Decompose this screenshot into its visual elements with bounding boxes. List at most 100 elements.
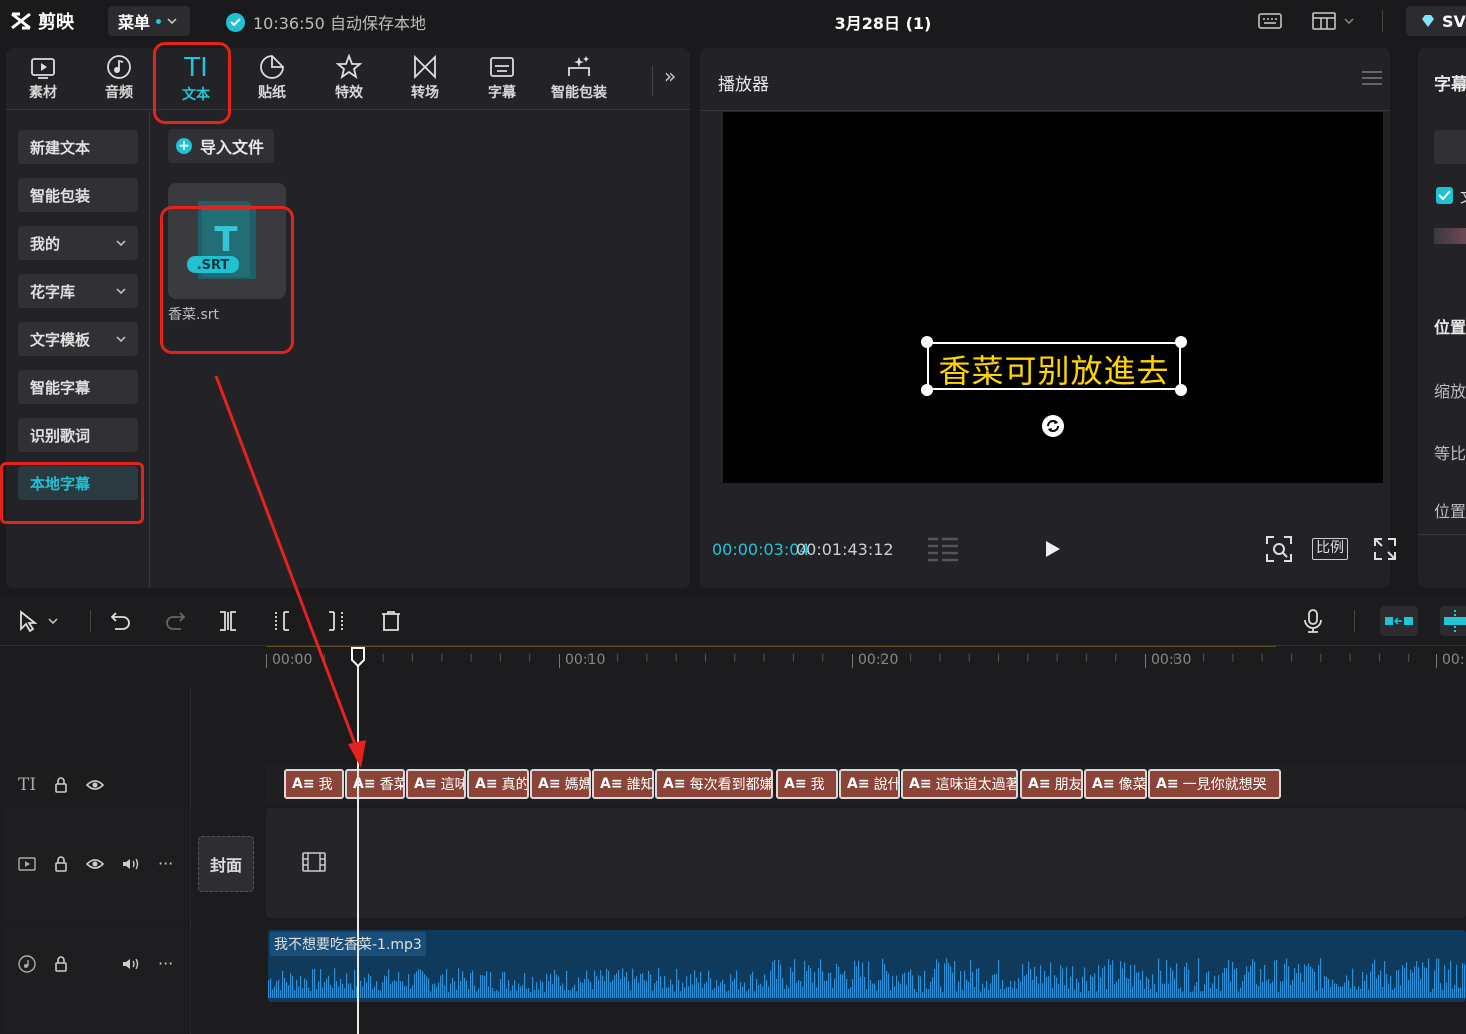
subtitle-clip[interactable]: A≡ 媽媽 bbox=[530, 769, 591, 799]
delete-icon[interactable] bbox=[380, 610, 402, 632]
volume-icon[interactable] bbox=[122, 957, 140, 971]
sidebar-item-lyrics[interactable]: 识别歌词 bbox=[18, 418, 138, 452]
cover-button[interactable]: 封面 bbox=[198, 836, 254, 892]
waveform-bar bbox=[1320, 958, 1322, 998]
redo-icon[interactable] bbox=[164, 610, 186, 630]
audio-clip[interactable]: 我不想要吃香菜-1.mp3 bbox=[268, 930, 1466, 1002]
split-right-icon[interactable] bbox=[326, 610, 346, 632]
waveform-bar bbox=[300, 975, 302, 998]
waveform-bar bbox=[1112, 960, 1114, 998]
lock-icon[interactable] bbox=[54, 856, 68, 872]
subtitle-clip[interactable]: A≡ 我 bbox=[776, 769, 838, 799]
waveform-bar bbox=[518, 983, 520, 998]
link-icon[interactable] bbox=[1440, 606, 1466, 636]
play-icon[interactable] bbox=[1044, 539, 1062, 559]
fullscreen-icon[interactable] bbox=[1374, 538, 1396, 560]
ratio-button[interactable]: 比例 bbox=[1312, 538, 1348, 560]
split-left-icon[interactable] bbox=[272, 610, 292, 632]
check-icon bbox=[226, 12, 245, 32]
waveform-bar bbox=[858, 960, 860, 998]
subtitle-selection-box[interactable]: 香菜可别放進去 bbox=[921, 336, 1187, 396]
resize-handle[interactable] bbox=[921, 384, 933, 396]
waveform-bar bbox=[696, 977, 698, 998]
subtitle-clip[interactable]: A≡ 每次看到都嫌 bbox=[655, 769, 773, 799]
subtitle-clip[interactable]: A≡ 像菜 bbox=[1084, 769, 1147, 799]
sidebar-item-mine[interactable]: 我的 bbox=[18, 226, 138, 260]
tab-smart-pack[interactable]: 智能包装 bbox=[546, 54, 612, 106]
sidebar-item-new-text[interactable]: 新建文本 bbox=[18, 130, 138, 164]
waveform-bar bbox=[1014, 980, 1016, 998]
focus-icon[interactable] bbox=[1266, 536, 1292, 562]
layout-icon[interactable] bbox=[1312, 11, 1354, 31]
tab-sticker[interactable]: 贴纸 bbox=[240, 54, 304, 106]
playhead[interactable] bbox=[357, 662, 359, 1034]
waveform-bar bbox=[464, 977, 466, 998]
subtitle-clip[interactable]: A≡ 這味 bbox=[406, 769, 466, 799]
shortcut-keyboard-icon[interactable] bbox=[1258, 12, 1282, 30]
more-icon[interactable]: ··· bbox=[158, 856, 173, 872]
style-thumbnail[interactable] bbox=[1434, 228, 1466, 244]
tab-effects[interactable]: 特效 bbox=[317, 54, 381, 106]
import-file-button[interactable]: + 导入文件 bbox=[168, 129, 274, 163]
subtitle-clip[interactable]: A≡ 真的 bbox=[467, 769, 529, 799]
pro-button[interactable]: SV bbox=[1406, 6, 1466, 36]
eye-icon[interactable] bbox=[86, 858, 104, 870]
select-tool-icon[interactable] bbox=[18, 610, 58, 632]
resize-handle[interactable] bbox=[1175, 384, 1187, 396]
waveform-bar bbox=[918, 975, 920, 998]
undo-icon[interactable] bbox=[110, 610, 132, 630]
tab-audio[interactable]: 音频 bbox=[87, 54, 151, 106]
tab-media[interactable]: 素材 bbox=[11, 54, 75, 106]
waveform-bar bbox=[1406, 962, 1408, 998]
list-view-icon[interactable] bbox=[926, 536, 960, 562]
subtitle-clip[interactable]: A≡ 朋友 bbox=[1020, 769, 1083, 799]
subtitle-clip[interactable]: A≡ 我 bbox=[284, 769, 344, 799]
waveform-bar bbox=[302, 988, 304, 998]
waveform-bar bbox=[590, 981, 592, 998]
waveform-bar bbox=[1142, 970, 1144, 998]
volume-icon[interactable] bbox=[122, 857, 140, 871]
menu-button[interactable]: 菜单 bbox=[108, 6, 190, 36]
waveform-bar bbox=[428, 978, 430, 998]
sidebar-item-text-template[interactable]: 文字模板 bbox=[18, 322, 138, 356]
lock-icon[interactable] bbox=[54, 956, 68, 972]
resize-handle[interactable] bbox=[1175, 336, 1187, 348]
video-preview[interactable]: 香菜可别放進去 bbox=[723, 112, 1383, 483]
sidebar-item-smart-pack[interactable]: 智能包装 bbox=[18, 178, 138, 212]
subtitle-clip[interactable]: A≡ 說什 bbox=[839, 769, 900, 799]
rotate-icon[interactable] bbox=[1041, 414, 1065, 438]
waveform-bar bbox=[1414, 966, 1416, 998]
time-ruler[interactable]: 00:00 00:10 00:20 00:30 00: bbox=[266, 646, 1466, 676]
player-menu-icon[interactable] bbox=[1362, 70, 1382, 86]
waveform-bar bbox=[1040, 965, 1042, 998]
properties-input[interactable] bbox=[1434, 130, 1466, 164]
more-icon[interactable]: ··· bbox=[158, 956, 173, 972]
tab-subtitle[interactable]: 字幕 bbox=[470, 54, 534, 106]
subtitle-clip[interactable]: A≡ 香菜 bbox=[345, 769, 405, 799]
waveform-bar bbox=[1314, 971, 1316, 998]
more-tabs-icon[interactable]: » bbox=[664, 64, 676, 88]
eye-icon[interactable] bbox=[86, 779, 105, 791]
subtitle-clip[interactable]: A≡ 一見你就想哭 bbox=[1148, 769, 1281, 799]
checkbox-checked[interactable] bbox=[1436, 187, 1453, 204]
sidebar-item-font-library[interactable]: 花字库 bbox=[18, 274, 138, 308]
subtitle-clip[interactable]: A≡ 誰知 bbox=[592, 769, 654, 799]
waveform-bar bbox=[488, 986, 490, 998]
waveform-bar bbox=[836, 963, 838, 998]
total-time: 00:01:43:12 bbox=[796, 540, 894, 559]
lock-icon[interactable] bbox=[54, 777, 68, 793]
waveform-bar bbox=[1444, 965, 1446, 998]
playhead-handle[interactable] bbox=[350, 646, 366, 668]
microphone-icon[interactable] bbox=[1302, 608, 1324, 634]
video-track[interactable] bbox=[266, 808, 1466, 918]
resize-handle[interactable] bbox=[921, 336, 933, 348]
main-track-magnet-icon[interactable] bbox=[1380, 606, 1418, 636]
clip-label: 我 bbox=[810, 777, 825, 793]
waveform-bar bbox=[842, 974, 844, 998]
tab-transition[interactable]: 转场 bbox=[393, 54, 457, 106]
sidebar-item-smart-subtitle[interactable]: 智能字幕 bbox=[18, 370, 138, 404]
subtitle-clip[interactable]: A≡ 這味道太過著 bbox=[901, 769, 1018, 799]
split-icon[interactable] bbox=[218, 610, 238, 632]
waveform-bar bbox=[888, 973, 890, 998]
effects-icon bbox=[336, 54, 362, 80]
